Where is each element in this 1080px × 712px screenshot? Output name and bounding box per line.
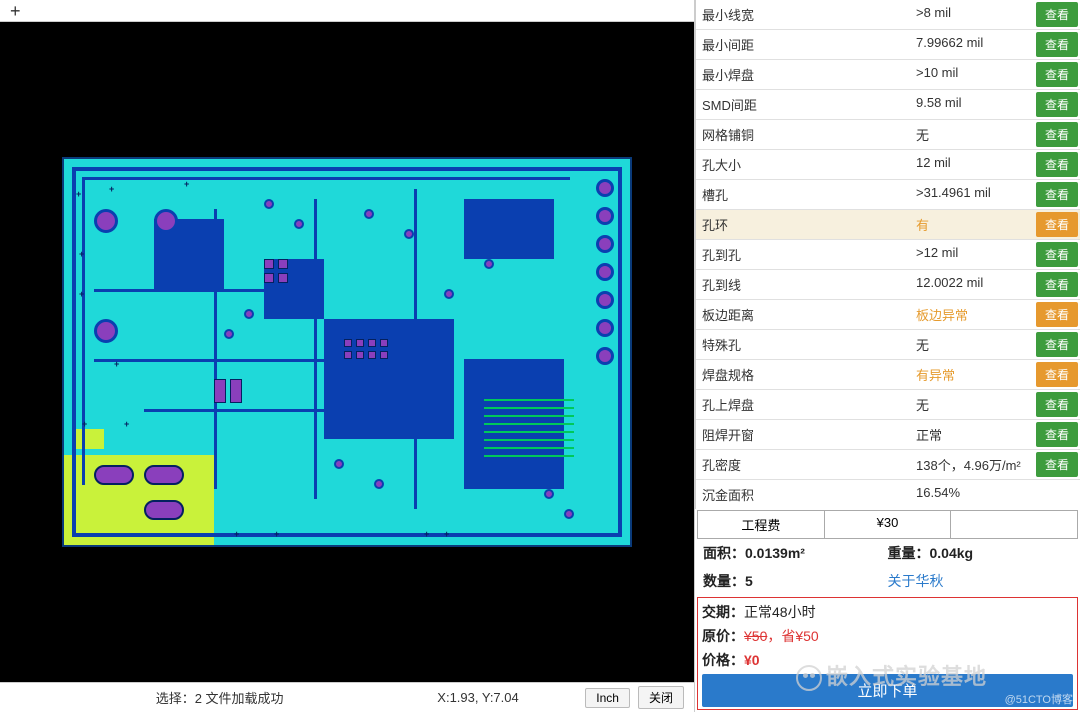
status-coords: X:1.93, Y:7.04 bbox=[437, 690, 577, 705]
view-button[interactable]: 查看 bbox=[1036, 92, 1078, 117]
spec-label: 阻焊开窗 bbox=[696, 420, 910, 449]
spec-label: 最小线宽 bbox=[696, 0, 910, 29]
spec-label: 沉金面积 bbox=[696, 480, 910, 509]
weight-info: 重量：0.04kg bbox=[888, 543, 1073, 563]
spec-row: 沉金面积16.54%查看 bbox=[696, 480, 1080, 509]
view-button[interactable]: 查看 bbox=[1036, 362, 1078, 387]
spec-row: 孔环有查看 bbox=[696, 210, 1080, 240]
spec-row: 最小线宽>8 mil查看 bbox=[696, 0, 1080, 30]
spec-label: 特殊孔 bbox=[696, 330, 910, 359]
spec-value: 正常 bbox=[910, 420, 1034, 449]
spec-label: 孔密度 bbox=[696, 450, 910, 479]
status-bar: 选择：2 文件加载成功 X:1.93, Y:7.04 Inch 关闭 bbox=[0, 682, 694, 712]
spec-row: 孔到线12.0022 mil查看 bbox=[696, 270, 1080, 300]
status-selection: 选择：2 文件加载成功 bbox=[10, 688, 429, 707]
spec-row: 孔上焊盘无查看 bbox=[696, 390, 1080, 420]
view-button[interactable]: 查看 bbox=[1036, 182, 1078, 207]
delivery-line: 交期：正常48小时 bbox=[702, 600, 1073, 624]
engineering-fee-row: 工程费 ¥30 bbox=[697, 510, 1078, 539]
spec-row: 孔大小12 mil查看 bbox=[696, 150, 1080, 180]
spec-value: >12 mil bbox=[910, 240, 1034, 269]
about-link[interactable]: 关于华秋 bbox=[888, 573, 944, 589]
spec-row: 槽孔>31.4961 mil查看 bbox=[696, 180, 1080, 210]
spec-value: 无 bbox=[910, 390, 1034, 419]
spec-row: 孔密度138个，4.96万/m²查看 bbox=[696, 450, 1080, 480]
spec-row: 板边距离板边异常查看 bbox=[696, 300, 1080, 330]
area-info: 面积：0.0139m² bbox=[703, 543, 888, 563]
right-pane: 最小线宽>8 mil查看最小间距7.99662 mil查看最小焊盘>10 mil… bbox=[695, 0, 1080, 712]
fee-amount: ¥30 bbox=[825, 511, 952, 538]
view-button[interactable]: 查看 bbox=[1036, 242, 1078, 267]
spec-label: 板边距离 bbox=[696, 300, 910, 329]
view-button[interactable]: 查看 bbox=[1036, 452, 1078, 477]
app-root: + bbox=[0, 0, 1080, 712]
spec-label: 孔大小 bbox=[696, 150, 910, 179]
spec-value: >10 mil bbox=[910, 60, 1034, 89]
spec-value: >8 mil bbox=[910, 0, 1034, 29]
spec-row: 最小间距7.99662 mil查看 bbox=[696, 30, 1080, 60]
view-button[interactable]: 查看 bbox=[1036, 422, 1078, 447]
pcb-board: + + + + + + + + + + + + bbox=[62, 157, 632, 547]
fee-label: 工程费 bbox=[698, 511, 825, 538]
view-button[interactable]: 查看 bbox=[1036, 332, 1078, 357]
tab-bar: + bbox=[0, 0, 694, 22]
spec-value: 9.58 mil bbox=[910, 90, 1034, 119]
spec-value: >31.4961 mil bbox=[910, 180, 1034, 209]
close-button[interactable]: 关闭 bbox=[638, 686, 684, 709]
view-button[interactable]: 查看 bbox=[1036, 392, 1078, 417]
spec-label: 孔环 bbox=[696, 210, 910, 239]
spec-label: 孔到线 bbox=[696, 270, 910, 299]
view-button[interactable]: 查看 bbox=[1036, 272, 1078, 297]
spec-label: 最小焊盘 bbox=[696, 60, 910, 89]
spec-value: 12 mil bbox=[910, 150, 1034, 179]
spec-table: 最小线宽>8 mil查看最小间距7.99662 mil查看最小焊盘>10 mil… bbox=[695, 0, 1080, 509]
spec-value: 138个，4.96万/m² bbox=[910, 450, 1034, 479]
spec-value: 无 bbox=[910, 120, 1034, 149]
spec-value: 16.54% bbox=[910, 480, 1034, 509]
spec-label: 网格铺铜 bbox=[696, 120, 910, 149]
original-price-line: 原价：¥50，省¥50 bbox=[702, 624, 1073, 648]
spec-label: 最小间距 bbox=[696, 30, 910, 59]
view-button[interactable]: 查看 bbox=[1036, 302, 1078, 327]
spec-row: 特殊孔无查看 bbox=[696, 330, 1080, 360]
add-tab-button[interactable]: + bbox=[10, 2, 21, 20]
spec-label: 孔到孔 bbox=[696, 240, 910, 269]
spec-row: 焊盘规格有异常查看 bbox=[696, 360, 1080, 390]
spec-value: 板边异常 bbox=[910, 300, 1034, 329]
price-line: 价格：¥0 bbox=[702, 648, 1073, 672]
spec-row: 阻焊开窗正常查看 bbox=[696, 420, 1080, 450]
spec-row: 网格铺铜无查看 bbox=[696, 120, 1080, 150]
qty-info: 数量：5 bbox=[703, 571, 888, 591]
spec-label: 孔上焊盘 bbox=[696, 390, 910, 419]
fee-empty bbox=[951, 511, 1077, 538]
view-button[interactable]: 查看 bbox=[1036, 62, 1078, 87]
left-pane: + bbox=[0, 0, 695, 712]
spec-label: 焊盘规格 bbox=[696, 360, 910, 389]
view-button[interactable]: 查看 bbox=[1036, 212, 1078, 237]
unit-toggle-button[interactable]: Inch bbox=[585, 688, 630, 708]
view-button[interactable]: 查看 bbox=[1036, 2, 1078, 27]
spec-row: 最小焊盘>10 mil查看 bbox=[696, 60, 1080, 90]
view-button[interactable]: 查看 bbox=[1036, 32, 1078, 57]
spec-row: SMD间距9.58 mil查看 bbox=[696, 90, 1080, 120]
qty-about-row: 数量：5 关于华秋 bbox=[695, 567, 1080, 595]
spec-label: SMD间距 bbox=[696, 90, 910, 119]
order-box: 交期：正常48小时 原价：¥50，省¥50 价格：¥0 立即下单 @51CTO博… bbox=[697, 597, 1078, 710]
spec-row: 孔到孔>12 mil查看 bbox=[696, 240, 1080, 270]
spec-value: 12.0022 mil bbox=[910, 270, 1034, 299]
area-weight-row: 面积：0.0139m² 重量：0.04kg bbox=[695, 539, 1080, 567]
view-button[interactable]: 查看 bbox=[1036, 152, 1078, 177]
spec-value: 无 bbox=[910, 330, 1034, 359]
spec-label: 槽孔 bbox=[696, 180, 910, 209]
spec-value: 有异常 bbox=[910, 360, 1034, 389]
pcb-viewer[interactable]: + + + + + + + + + + + + bbox=[0, 22, 694, 682]
spec-value: 7.99662 mil bbox=[910, 30, 1034, 59]
spec-value: 有 bbox=[910, 210, 1034, 239]
watermark-text: @51CTO博客 bbox=[1005, 691, 1073, 707]
view-button[interactable]: 查看 bbox=[1036, 122, 1078, 147]
